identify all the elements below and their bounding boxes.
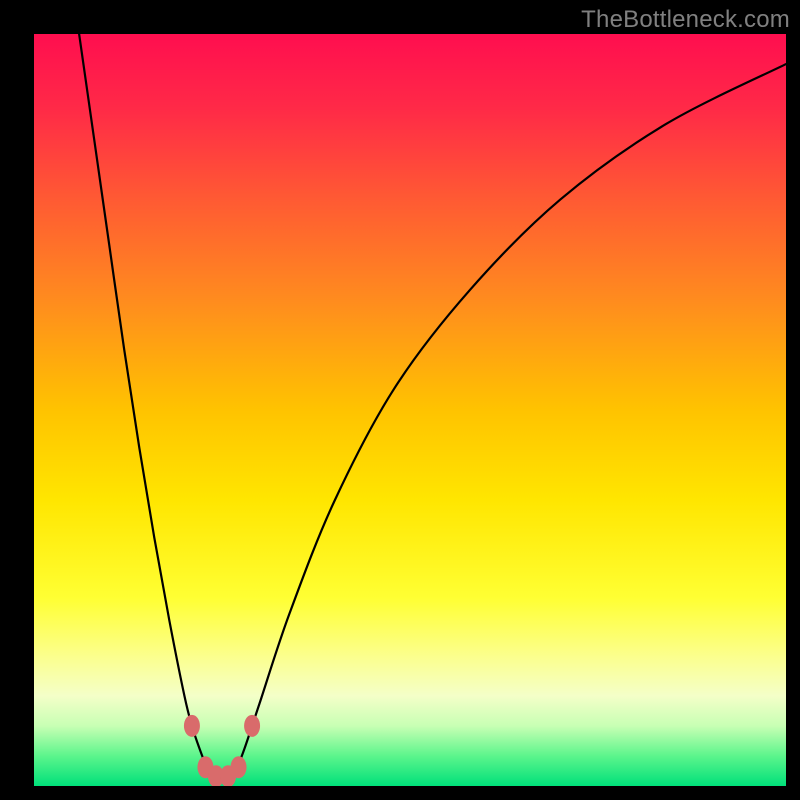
plot-svg — [34, 34, 786, 786]
curve-marker — [231, 756, 247, 778]
curve-marker — [184, 715, 200, 737]
chart-frame: TheBottleneck.com — [0, 0, 800, 800]
plot-area — [34, 34, 786, 786]
gradient-background — [34, 34, 786, 786]
curve-marker — [244, 715, 260, 737]
watermark-text: TheBottleneck.com — [581, 6, 790, 34]
